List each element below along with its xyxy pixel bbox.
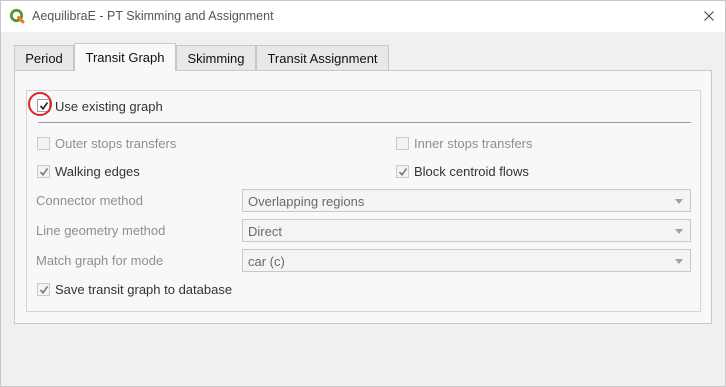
walking-edges-checkbox[interactable] — [37, 165, 50, 178]
checkmark-icon — [398, 167, 407, 176]
line-geometry-method-value: Direct — [248, 224, 282, 239]
tab-period[interactable]: Period — [14, 45, 74, 70]
close-icon — [704, 11, 714, 21]
title-bar: AequilibraE - PT Skimming and Assignment — [1, 1, 725, 32]
match-graph-mode-value: car (c) — [248, 254, 285, 269]
separator-line — [38, 122, 691, 123]
tab-skimming[interactable]: Skimming — [176, 45, 256, 70]
chevron-down-icon — [675, 259, 683, 264]
block-centroid-flows-label: Block centroid flows — [414, 164, 529, 179]
line-geometry-method-label: Line geometry method — [36, 223, 166, 238]
tab-transit-assignment[interactable]: Transit Assignment — [256, 45, 389, 70]
save-transit-graph-checkbox[interactable] — [37, 283, 50, 296]
use-existing-graph-checkbox[interactable] — [37, 99, 50, 112]
checkmark-icon — [39, 285, 48, 294]
block-centroid-flows-checkbox[interactable] — [396, 165, 409, 178]
tab-transit-graph[interactable]: Transit Graph — [74, 43, 176, 71]
outer-stops-transfers-checkbox[interactable] — [37, 137, 50, 150]
connector-method-value: Overlapping regions — [248, 194, 365, 209]
checkmark-icon — [39, 101, 48, 110]
inner-stops-transfers-label: Inner stops transfers — [414, 136, 533, 151]
connector-method-label: Connector method — [36, 193, 143, 208]
checkmark-icon — [39, 167, 48, 176]
dialog-window: AequilibraE - PT Skimming and Assignment… — [0, 0, 726, 387]
window-title: AequilibraE - PT Skimming and Assignment — [32, 9, 274, 23]
walking-edges-label: Walking edges — [55, 164, 140, 179]
connector-method-select[interactable]: Overlapping regions — [242, 189, 691, 212]
match-graph-mode-select[interactable]: car (c) — [242, 249, 691, 272]
outer-stops-transfers-label: Outer stops transfers — [55, 136, 177, 151]
line-geometry-method-select[interactable]: Direct — [242, 219, 691, 242]
qgis-logo-icon — [9, 8, 25, 24]
inner-stops-transfers-checkbox[interactable] — [396, 137, 409, 150]
chevron-down-icon — [675, 229, 683, 234]
chevron-down-icon — [675, 199, 683, 204]
close-button[interactable] — [697, 4, 721, 28]
use-existing-graph-label: Use existing graph — [55, 99, 163, 114]
match-graph-mode-label: Match graph for mode — [36, 253, 164, 268]
save-transit-graph-label: Save transit graph to database — [55, 282, 233, 297]
